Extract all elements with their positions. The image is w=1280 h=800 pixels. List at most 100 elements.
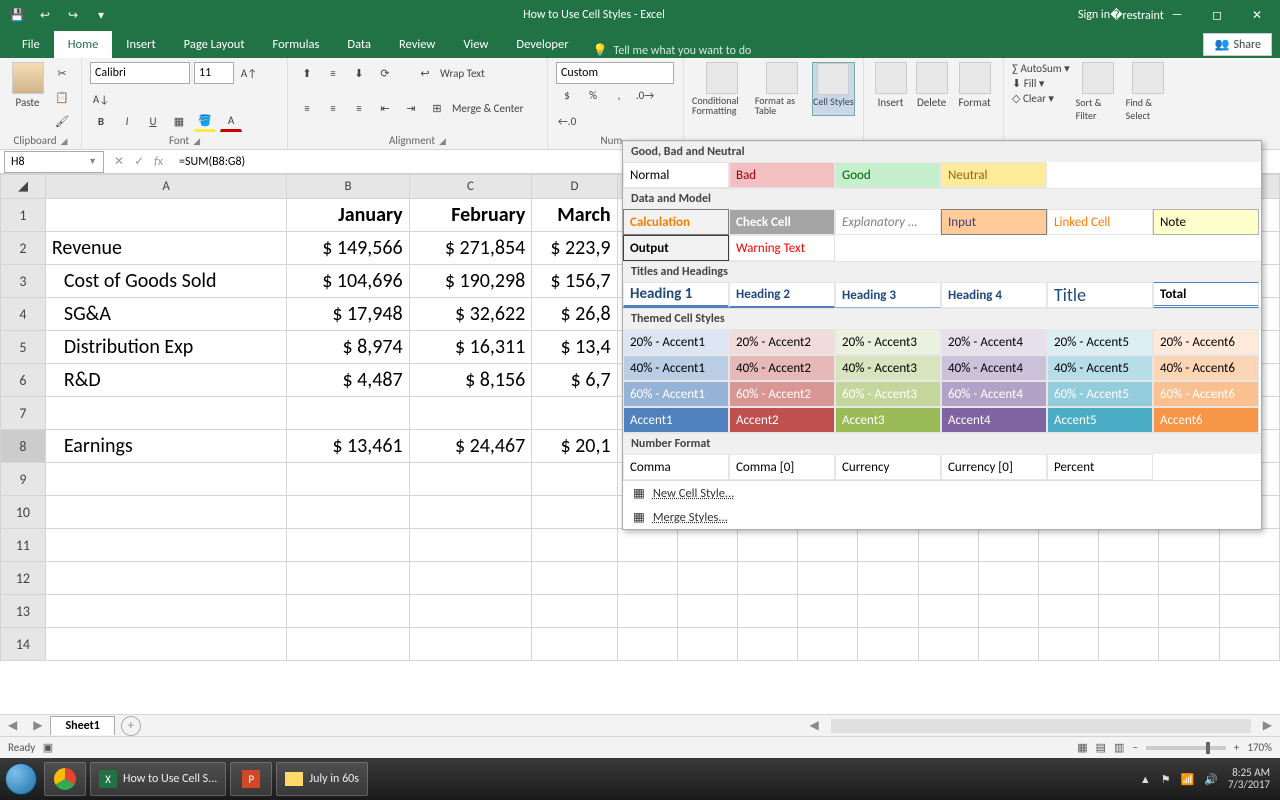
tab-insert[interactable]: Insert (112, 31, 169, 58)
style-comma--0-[interactable]: Comma [0] (729, 454, 835, 480)
style-40----accent2[interactable]: 40% - Accent2 (729, 355, 835, 381)
tab-review[interactable]: Review (385, 31, 449, 58)
view-pagelayout-icon[interactable]: ▤ (1096, 741, 1106, 754)
add-sheet-button[interactable]: + (121, 716, 141, 736)
align-right-icon[interactable]: ≡ (348, 97, 370, 119)
style-40----accent1[interactable]: 40% - Accent1 (623, 355, 729, 381)
cut-icon[interactable]: ✂ (51, 62, 73, 84)
cancel-formula-icon[interactable]: ✕ (114, 154, 124, 169)
tray-volume-icon[interactable]: 🔊 (1204, 773, 1218, 786)
cell[interactable] (45, 496, 286, 529)
row-header[interactable]: 12 (1, 562, 46, 595)
cell[interactable]: January (287, 199, 409, 232)
paste-button[interactable]: Paste (8, 62, 47, 132)
row-header[interactable]: 4 (1, 298, 46, 331)
underline-icon[interactable]: U (142, 110, 164, 132)
style-40----accent6[interactable]: 40% - Accent6 (1153, 355, 1259, 381)
cell[interactable] (677, 562, 737, 595)
cell[interactable]: $ 26,8 (532, 298, 617, 331)
cell[interactable] (737, 628, 797, 661)
style-title[interactable]: Title (1047, 282, 1153, 308)
cell[interactable] (918, 529, 978, 562)
cell[interactable]: $ 271,854 (409, 232, 532, 265)
cell[interactable] (45, 199, 286, 232)
cell[interactable] (1039, 595, 1099, 628)
style-accent6[interactable]: Accent6 (1153, 407, 1259, 433)
cell[interactable] (978, 628, 1038, 661)
cell[interactable] (918, 628, 978, 661)
row-header[interactable]: 1 (1, 199, 46, 232)
style-20----accent2[interactable]: 20% - Accent2 (729, 329, 835, 355)
row-header[interactable]: 11 (1, 529, 46, 562)
cell[interactable]: March (532, 199, 617, 232)
cell[interactable] (617, 529, 677, 562)
taskbar-powerpoint[interactable]: P (230, 762, 272, 796)
cell[interactable]: Distribution Exp (45, 331, 286, 364)
row-header[interactable]: 3 (1, 265, 46, 298)
font-name-combo[interactable] (90, 62, 190, 84)
cell[interactable]: $ 32,622 (409, 298, 532, 331)
style-neutral[interactable]: Neutral (941, 162, 1047, 188)
cell[interactable] (858, 562, 918, 595)
cell[interactable] (409, 562, 532, 595)
style-20----accent1[interactable]: 20% - Accent1 (623, 329, 729, 355)
cell[interactable]: $ 16,311 (409, 331, 532, 364)
tray-network-icon[interactable]: 📶 (1181, 773, 1195, 786)
decrease-font-icon[interactable]: A↓ (90, 88, 112, 110)
cell[interactable] (798, 562, 858, 595)
style-accent1[interactable]: Accent1 (623, 407, 729, 433)
cell[interactable] (287, 628, 409, 661)
cell[interactable] (287, 562, 409, 595)
orientation-icon[interactable]: ⟳ (374, 62, 396, 84)
cell[interactable]: $ 24,467 (409, 430, 532, 463)
format-cells-button[interactable]: Format (954, 62, 995, 109)
sheet-nav-prev-icon[interactable]: ◀ (0, 718, 25, 733)
cell[interactable] (978, 529, 1038, 562)
style-accent4[interactable]: Accent4 (941, 407, 1047, 433)
new-cell-style-button[interactable]: ▦New Cell Style... (623, 481, 1261, 505)
currency-icon[interactable]: $ (556, 84, 578, 106)
style-20----accent6[interactable]: 20% - Accent6 (1153, 329, 1259, 355)
style-heading-2[interactable]: Heading 2 (729, 282, 835, 308)
style-percent[interactable]: Percent (1047, 454, 1153, 480)
tab-developer[interactable]: Developer (502, 31, 582, 58)
macro-record-icon[interactable]: ▣ (43, 741, 53, 754)
col-header-A[interactable]: A (45, 175, 286, 199)
style-40----accent3[interactable]: 40% - Accent3 (835, 355, 941, 381)
cell[interactable] (287, 595, 409, 628)
cell[interactable] (737, 595, 797, 628)
cell[interactable] (1099, 628, 1159, 661)
cell[interactable] (1099, 529, 1159, 562)
maximize-icon[interactable]: ◻ (1204, 5, 1230, 25)
cell[interactable] (532, 529, 617, 562)
conditional-formatting-button[interactable]: Conditional Formatting (692, 62, 753, 116)
cell[interactable] (1159, 595, 1219, 628)
sort-filter-button[interactable]: Sort & Filter (1076, 62, 1120, 122)
cell[interactable] (1159, 529, 1219, 562)
delete-cells-button[interactable]: Delete (913, 62, 950, 109)
copy-icon[interactable]: 📋 (51, 86, 73, 108)
cell[interactable]: $ 223,9 (532, 232, 617, 265)
cell[interactable] (409, 595, 532, 628)
cell[interactable] (409, 628, 532, 661)
row-header[interactable]: 8 (1, 430, 46, 463)
cell[interactable] (617, 628, 677, 661)
qat-more-icon[interactable]: ▾ (92, 6, 110, 24)
cell[interactable]: $ 8,156 (409, 364, 532, 397)
hscroll-right-icon[interactable]: ▶ (1255, 718, 1280, 733)
style-40----accent4[interactable]: 40% - Accent4 (941, 355, 1047, 381)
align-bottom-icon[interactable]: ⬇ (348, 62, 370, 84)
cell[interactable] (1039, 529, 1099, 562)
cell[interactable] (532, 463, 617, 496)
decrease-decimal-icon[interactable]: ←.0 (556, 110, 578, 132)
increase-font-icon[interactable]: A↑ (238, 62, 260, 84)
zoom-in-icon[interactable]: + (1234, 741, 1239, 754)
style-good[interactable]: Good (835, 162, 941, 188)
cell[interactable]: $ 190,298 (409, 265, 532, 298)
cell[interactable]: $ 13,4 (532, 331, 617, 364)
cell[interactable] (677, 529, 737, 562)
tray-clock[interactable]: 8:25 AM 7/3/2017 (1228, 767, 1270, 791)
style-check-cell[interactable]: Check Cell (729, 209, 835, 235)
cell[interactable] (287, 496, 409, 529)
view-pagebreak-icon[interactable]: ▥ (1114, 741, 1124, 754)
